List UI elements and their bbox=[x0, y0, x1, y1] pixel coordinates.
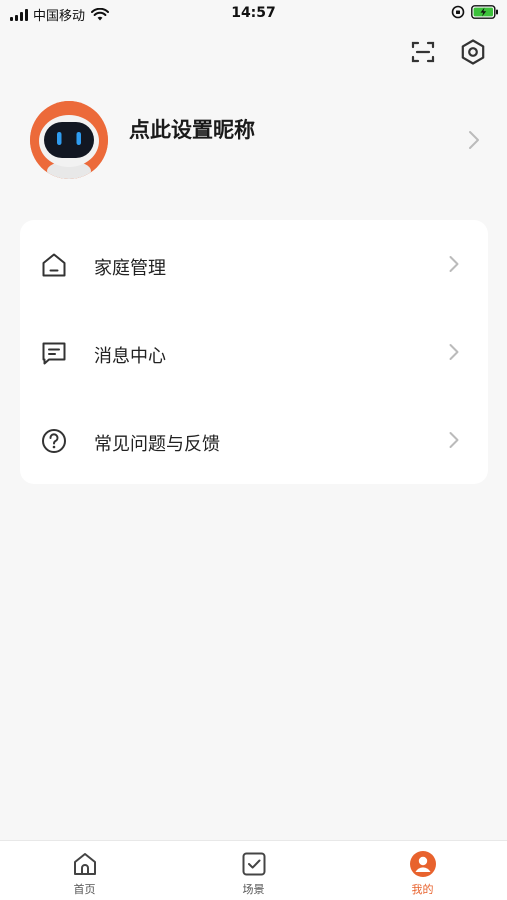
status-bar: 中国移动 14:57 bbox=[0, 0, 507, 30]
menu-item-message-center[interactable]: 消息中心 bbox=[20, 308, 488, 396]
menu-item-family-management[interactable]: 家庭管理 bbox=[20, 220, 488, 308]
orientation-lock-icon bbox=[451, 5, 465, 19]
status-time: 14:57 bbox=[231, 5, 276, 21]
battery-icon bbox=[471, 5, 498, 19]
chevron-right-icon bbox=[449, 432, 459, 448]
menu-item-faq-feedback[interactable]: 常见问题与反馈 bbox=[20, 396, 488, 484]
menu-item-label: 消息中心 bbox=[94, 346, 166, 367]
top-actions bbox=[409, 38, 487, 66]
chevron-right-icon bbox=[469, 131, 479, 149]
checkbox-icon bbox=[242, 852, 265, 876]
scan-icon[interactable] bbox=[409, 38, 437, 66]
tab-label: 场景 bbox=[242, 883, 265, 896]
tab-home[interactable]: 首页 bbox=[0, 841, 169, 900]
tab-label: 首页 bbox=[73, 883, 96, 896]
user-icon bbox=[409, 851, 436, 877]
screen: 中国移动 14:57 点此设置昵称 家庭管理 消息中心 常见问题与反馈 首页 场… bbox=[0, 0, 507, 900]
home-icon bbox=[73, 853, 96, 875]
robot-avatar-icon bbox=[30, 101, 108, 179]
menu-card: 家庭管理 消息中心 常见问题与反馈 bbox=[20, 220, 488, 484]
question-icon bbox=[42, 429, 66, 453]
menu-item-label: 家庭管理 bbox=[94, 258, 166, 279]
profile-row[interactable]: 点此设置昵称 bbox=[0, 98, 507, 182]
status-right bbox=[451, 5, 499, 19]
tab-bar: 首页 场景 我的 bbox=[0, 840, 507, 900]
chevron-right-icon bbox=[449, 256, 459, 272]
home-icon bbox=[42, 253, 66, 277]
tab-label: 我的 bbox=[411, 883, 434, 896]
tab-scenes[interactable]: 场景 bbox=[169, 841, 338, 900]
robot-avatar[interactable] bbox=[30, 101, 108, 179]
tab-mine[interactable]: 我的 bbox=[338, 841, 507, 900]
message-icon bbox=[42, 342, 66, 365]
hexagon-settings-icon[interactable] bbox=[459, 38, 487, 66]
chevron-right-icon bbox=[449, 344, 459, 360]
menu-item-label: 常见问题与反馈 bbox=[94, 434, 220, 455]
nickname-label[interactable]: 点此设置昵称 bbox=[129, 114, 255, 144]
